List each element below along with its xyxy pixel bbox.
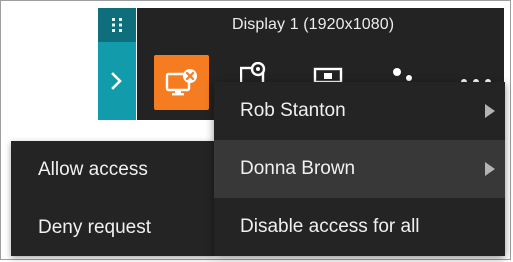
settings-icon[interactable]	[240, 62, 270, 84]
display-title: Display 1 (1920x1080)	[232, 16, 395, 33]
users-menu: Rob Stanton Donna Brown Disable access f…	[214, 82, 505, 256]
drag-handle-icon	[112, 18, 122, 32]
menu-item-label: Donna Brown	[240, 158, 356, 179]
remote-control-button[interactable]	[154, 55, 209, 110]
menu-item-label: Disable access for all	[240, 216, 420, 237]
chevron-right-icon	[111, 72, 122, 90]
allow-access-item[interactable]: Allow access	[11, 141, 214, 199]
deny-request-label: Deny request	[38, 217, 152, 238]
submenu-arrow-icon	[485, 162, 495, 176]
drag-handle[interactable]	[98, 8, 136, 42]
menu-item-label: Rob Stanton	[240, 100, 346, 121]
menu-item-donna-brown[interactable]: Donna Brown	[214, 140, 505, 198]
menu-item-rob-stanton[interactable]: Rob Stanton	[214, 82, 505, 140]
expand-panel-button[interactable]	[98, 42, 136, 120]
screen-icon[interactable]	[313, 62, 343, 82]
allow-access-label: Allow access	[38, 159, 148, 180]
submenu-arrow-icon	[485, 104, 495, 118]
menu-item-disable-access-all[interactable]: Disable access for all	[214, 198, 505, 256]
access-submenu: Allow access Deny request	[11, 141, 214, 256]
screen-share-blocked-icon	[165, 68, 197, 95]
deny-request-item[interactable]: Deny request	[11, 199, 214, 257]
